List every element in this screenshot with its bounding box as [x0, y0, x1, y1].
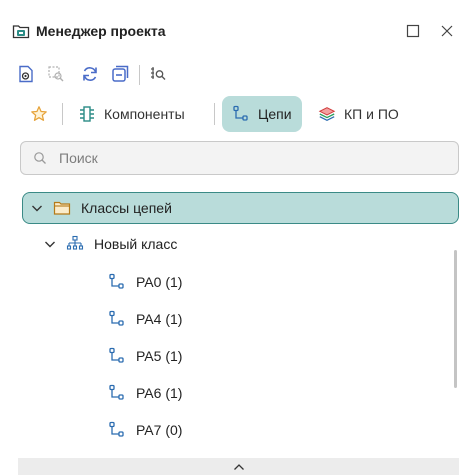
- net-tree: Классы цепей Новый класс PA0 (1) PA4 (1)…: [0, 192, 461, 454]
- panel-title: Менеджер проекта: [36, 23, 166, 39]
- tree-node-new-class[interactable]: Новый класс: [42, 228, 177, 260]
- tree-node-label: PA5 (1): [136, 348, 183, 364]
- panel-titlebar: Менеджер проекта: [0, 0, 461, 44]
- tab-separator: [62, 103, 63, 125]
- collapse-all-icon[interactable]: [110, 64, 130, 84]
- tree-node-net[interactable]: PA0 (1): [108, 266, 182, 298]
- tab-nets-label: Цепи: [258, 106, 292, 122]
- search-input[interactable]: [59, 150, 439, 166]
- tree-node-label: PA4 (1): [136, 311, 183, 327]
- tree-node-label: PA7 (0): [136, 422, 183, 438]
- tab-components[interactable]: Компоненты: [78, 96, 185, 132]
- project-folder-icon: [12, 22, 30, 40]
- tree-node-net[interactable]: PA5 (1): [108, 340, 182, 372]
- vertical-scrollbar[interactable]: [454, 250, 457, 388]
- search-box[interactable]: [20, 141, 459, 175]
- chevron-down-icon[interactable]: [29, 200, 45, 216]
- tree-node-label: Классы цепей: [81, 200, 172, 216]
- find-icon[interactable]: [148, 64, 168, 84]
- filter-tabs: Компоненты Цепи КП и ПО: [0, 96, 461, 132]
- tab-nets[interactable]: Цепи: [222, 96, 302, 132]
- component-icon: [78, 105, 96, 123]
- hierarchy-icon: [66, 235, 84, 253]
- net-icon: [108, 421, 126, 439]
- close-icon[interactable]: [438, 22, 456, 40]
- expand-panel-bar[interactable]: [18, 458, 459, 475]
- refresh-icon[interactable]: [80, 64, 100, 84]
- view-document-icon[interactable]: [16, 64, 36, 84]
- net-icon: [108, 384, 126, 402]
- tree-node-net[interactable]: PA4 (1): [108, 303, 182, 335]
- zoom-selection-icon[interactable]: [46, 64, 66, 84]
- tab-separator: [214, 103, 215, 125]
- chevron-down-icon[interactable]: [42, 236, 58, 252]
- layers-icon: [318, 105, 336, 123]
- tab-components-label: Компоненты: [104, 106, 185, 122]
- tree-node-label: PA0 (1): [136, 274, 183, 290]
- tree-node-label: PA6 (1): [136, 385, 183, 401]
- net-icon: [108, 273, 126, 291]
- chevron-up-icon: [232, 462, 246, 472]
- tree-node-net[interactable]: PA6 (1): [108, 377, 182, 409]
- maximize-icon[interactable]: [404, 22, 422, 40]
- star-icon: [30, 105, 48, 123]
- tab-pads-vias[interactable]: КП и ПО: [318, 96, 399, 132]
- toolbar-separator: [139, 65, 140, 85]
- toolbar: [0, 60, 461, 88]
- tab-favorites[interactable]: [30, 96, 48, 132]
- tree-node-net[interactable]: PA7 (0): [108, 414, 182, 446]
- tree-node-net-classes[interactable]: Классы цепей: [22, 192, 459, 224]
- tree-node-label: Новый класс: [94, 236, 178, 252]
- folder-icon: [53, 199, 71, 217]
- net-icon: [108, 347, 126, 365]
- search-icon: [33, 151, 47, 165]
- net-icon: [232, 105, 250, 123]
- tab-pads-vias-label: КП и ПО: [344, 106, 399, 122]
- net-icon: [108, 310, 126, 328]
